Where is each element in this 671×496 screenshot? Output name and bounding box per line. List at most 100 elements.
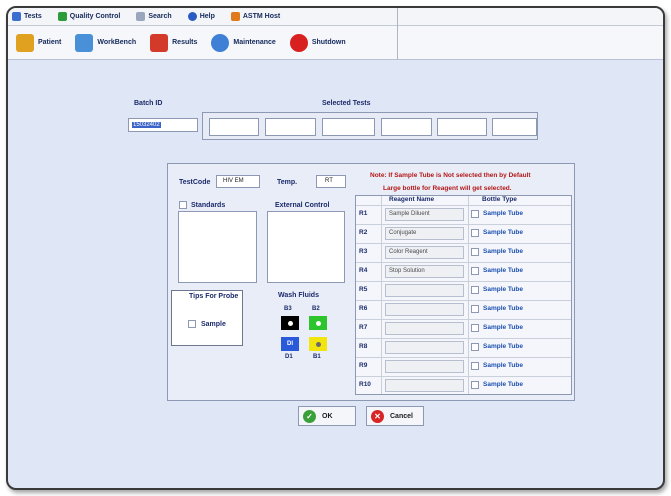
wash-fluid-di-button[interactable]: DI xyxy=(281,337,299,351)
selected-test-slot[interactable] xyxy=(265,118,316,136)
bottle-type-header: Bottle Type xyxy=(482,196,517,203)
selected-test-slot[interactable] xyxy=(492,118,537,136)
sample-tube-label: Sample Tube xyxy=(483,248,523,255)
standards-checkbox[interactable] xyxy=(179,201,187,209)
testcode-field[interactable]: HIV EM xyxy=(216,175,260,188)
reagent-name-field[interactable] xyxy=(385,303,464,316)
sample-tube-checkbox[interactable] xyxy=(471,343,479,351)
sample-tube-checkbox[interactable] xyxy=(471,362,479,370)
external-control-list[interactable] xyxy=(267,211,345,283)
shutdown-icon xyxy=(289,33,308,52)
probe-sample-checkbox[interactable] xyxy=(188,320,196,328)
reagent-id: R1 xyxy=(359,210,368,217)
selected-test-slot[interactable] xyxy=(209,118,259,136)
sample-tube-label: Sample Tube xyxy=(483,362,523,369)
reagent-name-field[interactable] xyxy=(385,341,464,354)
reagent-name-field[interactable]: Conjugate xyxy=(385,227,464,240)
sample-tube-label: Sample Tube xyxy=(483,286,523,293)
reagent-name-field[interactable]: Color Reagent xyxy=(385,246,464,259)
temp-label: Temp. xyxy=(277,179,298,186)
wash-fluid-b3-button[interactable] xyxy=(281,316,299,330)
reagent-id: R7 xyxy=(359,324,368,331)
toolbar-maintenance-button[interactable]: Maintenance xyxy=(211,33,276,52)
menu-bar: Tests Quality Control Search Help ASTM H… xyxy=(8,8,663,26)
reagent-id: R6 xyxy=(359,305,368,312)
sample-tube-checkbox[interactable] xyxy=(471,267,479,275)
reagent-name-field[interactable] xyxy=(385,322,464,335)
wash-fluid-label-b3: B3 xyxy=(284,306,292,312)
reagent-name-field[interactable] xyxy=(385,284,464,297)
menu-astm-host[interactable]: ASTM Host xyxy=(230,12,281,21)
workbench-icon xyxy=(75,33,94,52)
ok-button[interactable]: ✓ OK xyxy=(298,406,356,426)
sample-tube-checkbox[interactable] xyxy=(471,210,479,218)
reagent-row: R8 Sample Tube xyxy=(356,338,571,357)
sample-tube-label: Sample Tube xyxy=(483,305,523,312)
menu-label: ASTM Host xyxy=(242,13,281,20)
temp-field[interactable]: RT xyxy=(316,175,346,188)
external-control-label: External Control xyxy=(275,202,330,209)
cancel-label: Cancel xyxy=(390,412,413,420)
sample-tube-checkbox[interactable] xyxy=(471,305,479,313)
menu-label: Help xyxy=(199,13,215,20)
toolbar-label: Patient xyxy=(38,39,62,46)
wash-fluid-b1-button[interactable] xyxy=(309,337,327,351)
batch-id-input[interactable]: 15032402 xyxy=(128,118,198,132)
toolbar-label: Maintenance xyxy=(233,39,276,46)
reagent-row: R7 Sample Tube xyxy=(356,319,571,338)
reagent-row: R5 Sample Tube xyxy=(356,281,571,300)
menu-search[interactable]: Search xyxy=(136,12,172,21)
toolbar-results-button[interactable]: Results xyxy=(150,33,197,52)
sample-tube-checkbox[interactable] xyxy=(471,286,479,294)
menu-tests[interactable]: Tests xyxy=(12,12,42,21)
standards-list[interactable] xyxy=(178,211,257,283)
sample-tube-checkbox[interactable] xyxy=(471,324,479,332)
selected-test-slot[interactable] xyxy=(322,118,375,136)
note-line-1: Note: If Sample Tube is Not selected the… xyxy=(370,172,531,179)
sample-tube-checkbox[interactable] xyxy=(471,248,479,256)
note-line-2: Large bottle for Reagent will get select… xyxy=(383,185,512,192)
toolbar: Patient WorkBench Results Maintenance Sh… xyxy=(8,26,663,60)
sample-tube-label: Sample Tube xyxy=(483,210,523,217)
reagent-name-header: Reagent Name xyxy=(389,196,435,203)
wash-fluid-bottom-label: B1 xyxy=(313,354,321,360)
wash-fluid-b2-button[interactable] xyxy=(309,316,327,330)
reagent-id: R10 xyxy=(359,381,371,388)
toolbar-label: Shutdown xyxy=(311,39,346,46)
search-icon xyxy=(136,12,146,21)
astm-host-icon xyxy=(230,12,240,21)
toolbar-workbench-button[interactable]: WorkBench xyxy=(75,33,136,52)
reagent-name-field[interactable]: Stop Solution xyxy=(385,265,464,278)
sample-tube-label: Sample Tube xyxy=(483,381,523,388)
patient-icon xyxy=(16,33,34,52)
toolbar-shutdown-button[interactable]: Shutdown xyxy=(289,33,346,52)
selected-test-slot[interactable] xyxy=(437,118,487,136)
reagent-row: R10 Sample Tube xyxy=(356,376,571,395)
reagent-row: R4 Stop Solution Sample Tube xyxy=(356,262,571,281)
menu-quality-control[interactable]: Quality Control xyxy=(57,12,121,21)
sample-tube-checkbox[interactable] xyxy=(471,229,479,237)
reagent-id: R5 xyxy=(359,286,368,293)
reagent-name-field[interactable] xyxy=(385,379,464,392)
selected-test-slot[interactable] xyxy=(381,118,432,136)
reagent-row: R9 Sample Tube xyxy=(356,357,571,376)
fluid-dot-icon xyxy=(315,320,321,326)
menu-label: Quality Control xyxy=(69,13,121,20)
quality-control-icon xyxy=(57,12,67,21)
sample-tube-checkbox[interactable] xyxy=(471,381,479,389)
sample-tube-label: Sample Tube xyxy=(483,267,523,274)
reagent-name-field[interactable]: Sample Diluent xyxy=(385,208,464,221)
reagent-row: R3 Color Reagent Sample Tube xyxy=(356,243,571,262)
reagent-name-field[interactable] xyxy=(385,360,464,373)
toolbar-patient-button[interactable]: Patient xyxy=(16,33,62,52)
help-icon xyxy=(187,12,197,21)
menu-help[interactable]: Help xyxy=(187,12,215,21)
wash-fluid-bottom-label: D1 xyxy=(285,354,293,360)
check-icon: ✓ xyxy=(303,409,316,423)
batch-id-value: 15032402 xyxy=(132,122,161,128)
cancel-button[interactable]: ✕ Cancel xyxy=(366,406,424,426)
selected-tests-panel xyxy=(202,112,538,140)
wash-fluid-label-b2: B2 xyxy=(312,306,320,312)
reagent-table: Reagent Name Bottle Type R1 Sample Dilue… xyxy=(355,195,572,395)
reagent-row: R2 Conjugate Sample Tube xyxy=(356,224,571,243)
